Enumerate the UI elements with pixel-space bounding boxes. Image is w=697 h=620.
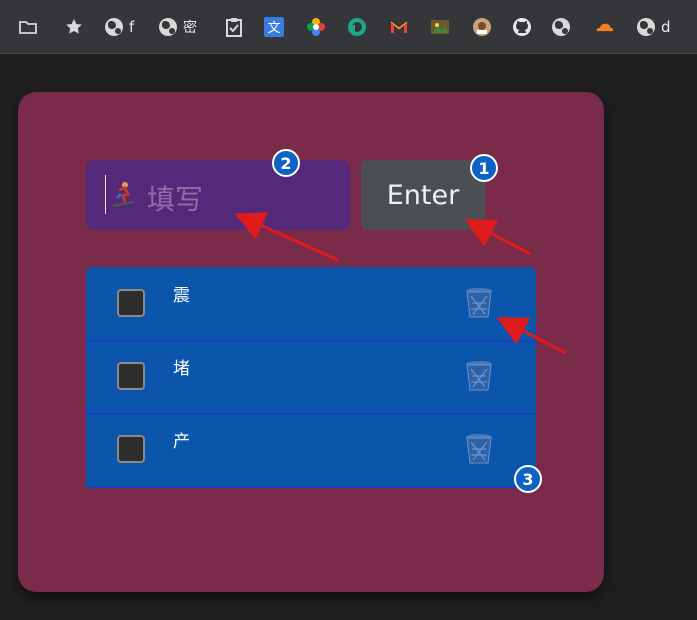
todo-input[interactable]: 填写: [86, 160, 350, 230]
globe-icon: [105, 18, 123, 36]
annotation-badge-2: 2: [272, 149, 300, 177]
svg-text:文: 文: [267, 21, 280, 36]
bookmark-star[interactable]: [58, 12, 90, 42]
bookmark-folder[interactable]: [12, 12, 44, 42]
star-icon: [66, 19, 82, 34]
todo-text: 产: [173, 432, 190, 452]
bookmark-clipboard[interactable]: [218, 12, 250, 42]
input-placeholder: 填写: [147, 183, 204, 216]
bookmark-github[interactable]: [506, 12, 538, 42]
bookmark-label: d: [661, 18, 671, 36]
trash-icon[interactable]: [464, 360, 494, 392]
todo-text: 震: [173, 286, 190, 306]
bookmark-mi[interactable]: 密: [153, 12, 203, 42]
todo-checkbox[interactable]: [117, 289, 145, 317]
image-app-icon: [431, 20, 449, 34]
globe-icon: [552, 18, 570, 36]
bookmark-f[interactable]: f: [99, 12, 140, 42]
globe-icon: [637, 18, 655, 36]
bookmark-photos[interactable]: [300, 12, 332, 42]
trash-icon[interactable]: [464, 433, 494, 465]
bookmark-label: f: [129, 18, 135, 36]
bookmark-avatar-app[interactable]: [466, 12, 498, 42]
gmail-icon: [390, 21, 408, 33]
skier-icon: [112, 182, 134, 207]
annotation-badge-1: 1: [470, 154, 498, 182]
bookmarks-bar: f 密 文 d: [0, 0, 697, 54]
clipboard-check-icon: [226, 18, 242, 37]
todo-item: 产: [86, 413, 536, 488]
photos-icon: [307, 18, 325, 36]
todo-item: 震: [86, 267, 536, 342]
avatar-app-icon: [473, 18, 491, 36]
bookmark-label: 密: [183, 20, 197, 36]
trash-icon[interactable]: [464, 287, 494, 319]
text-caret: [105, 175, 106, 214]
folder-icon: [19, 21, 37, 34]
enter-button[interactable]: Enter: [361, 160, 485, 230]
annotation-badge-3: 3: [514, 465, 542, 493]
translate-icon: 文: [264, 17, 284, 37]
todo-item: 堵: [86, 340, 536, 415]
bookmark-globe[interactable]: [546, 12, 576, 42]
bookmark-cloudflare[interactable]: [588, 12, 620, 42]
bookmark-gmail[interactable]: [383, 12, 415, 42]
todo-text: 堵: [173, 359, 190, 379]
github-icon: [513, 18, 531, 36]
p-circle-icon: [348, 18, 366, 36]
bookmark-d[interactable]: d: [631, 12, 677, 42]
todo-checkbox[interactable]: [117, 362, 145, 390]
cloudflare-icon: [596, 23, 614, 32]
todo-list: 震 堵 产: [86, 267, 536, 488]
todo-card: 填写 Enter 震 堵 产: [18, 92, 604, 592]
globe-icon: [159, 18, 177, 36]
bookmark-p[interactable]: [341, 12, 373, 42]
bookmark-image-app[interactable]: [424, 12, 456, 42]
bookmark-translate[interactable]: 文: [258, 12, 290, 42]
todo-checkbox[interactable]: [117, 435, 145, 463]
